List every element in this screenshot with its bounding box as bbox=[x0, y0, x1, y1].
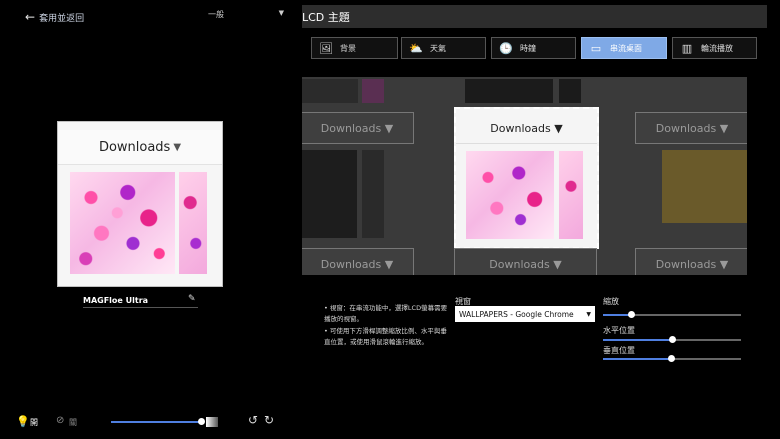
carousel-thumb[interactable] bbox=[662, 150, 747, 223]
tab-clock[interactable]: 🕒 時鐘 bbox=[491, 37, 576, 59]
zoom-slider-handle[interactable] bbox=[628, 311, 635, 318]
tab-label: 時鐘 bbox=[520, 43, 536, 53]
apply-and-back-button[interactable]: ← 套用並返回 bbox=[25, 11, 84, 24]
lcd-preview: Downloads ▼ bbox=[57, 121, 223, 287]
brightness-slider[interactable] bbox=[111, 421, 203, 423]
vertical-position-label: 垂直位置 bbox=[603, 346, 635, 355]
chevron-down-icon: ▼ bbox=[278, 9, 284, 17]
preview-image-secondary bbox=[179, 172, 207, 274]
horizontal-position-label: 水平位置 bbox=[603, 326, 635, 335]
mode-value: 一般 bbox=[208, 10, 224, 19]
carousel-item-title[interactable]: Downloads ▼ bbox=[302, 112, 414, 144]
tab-weather[interactable]: ⛅ 天氣 bbox=[401, 37, 486, 59]
light-off-label[interactable]: 關 bbox=[69, 417, 77, 428]
mode-dropdown[interactable]: 一般 ▼ bbox=[208, 9, 284, 20]
lcd-theme-header bbox=[302, 5, 767, 28]
vertical-slider-fill bbox=[603, 358, 671, 360]
carousel-thumb[interactable] bbox=[362, 79, 384, 103]
device-name: MAGFloe Ultra bbox=[83, 296, 149, 305]
tab-background[interactable]: 🖼 背景 bbox=[311, 37, 398, 59]
selected-window-preview-secondary bbox=[559, 151, 583, 239]
zoom-label: 縮放 bbox=[603, 297, 619, 306]
rotate-left-icon[interactable]: ↺ bbox=[248, 413, 258, 427]
brightness-gradient-icon bbox=[206, 417, 218, 427]
carousel-item-title[interactable]: Downloads ▼ bbox=[635, 112, 747, 144]
carousel-thumb[interactable] bbox=[302, 79, 358, 103]
vertical-position-slider[interactable] bbox=[603, 355, 741, 362]
help-note: • 可使用下方滑桿調整縮放比例、水平與垂直位置，或使用滑鼠滾輪進行縮放。 bbox=[324, 327, 447, 346]
carousel-thumb[interactable] bbox=[559, 79, 581, 103]
window-dropdown-value: WALLPAPERS - Google Chrome bbox=[459, 309, 574, 319]
screen-stream-icon: ▭ bbox=[590, 41, 602, 55]
preview-header: Downloads ▼ bbox=[58, 130, 222, 165]
preview-image bbox=[70, 172, 175, 274]
tab-label: 天氣 bbox=[430, 43, 446, 53]
pencil-icon[interactable]: ✎ bbox=[188, 294, 196, 304]
help-notes: • 視窗：在串流功能中，選擇LCD螢幕需要播放的視窗。 • 可使用下方滑桿調整縮… bbox=[324, 303, 452, 349]
horizontal-position-slider[interactable] bbox=[603, 336, 741, 343]
chevron-down-icon: ▼ bbox=[586, 310, 591, 318]
zoom-slider[interactable] bbox=[603, 311, 741, 318]
zoom-slider-fill bbox=[603, 314, 631, 316]
selected-window-title: Downloads ▼ bbox=[456, 113, 597, 144]
lightbulb-off-icon[interactable]: ⊘ bbox=[56, 415, 64, 426]
carousel-item-title[interactable]: Downloads ▼ bbox=[635, 248, 747, 275]
page-title: LCD 主題 bbox=[302, 11, 350, 24]
lightbulb-icon[interactable]: 💡 bbox=[16, 415, 30, 428]
clock-icon: 🕒 bbox=[499, 41, 513, 55]
apply-and-back-label: 套用並返回 bbox=[39, 14, 85, 24]
slideshow-icon: ▥ bbox=[681, 41, 693, 55]
carousel-thumb[interactable] bbox=[465, 79, 553, 103]
selected-window-card[interactable]: Downloads ▼ bbox=[454, 107, 599, 249]
window-carousel[interactable]: Downloads ▼ Downloads ▼ Downloads ▼ Down… bbox=[302, 77, 747, 275]
tab-label: 串流桌面 bbox=[610, 43, 642, 53]
device-name-underline bbox=[83, 307, 198, 308]
carousel-item-title[interactable]: Downloads ▼ bbox=[302, 248, 414, 275]
tab-slideshow[interactable]: ▥ 輪流播放 bbox=[672, 37, 757, 59]
tab-stream-desktop[interactable]: ▭ 串流桌面 bbox=[581, 37, 667, 59]
horizontal-slider-handle[interactable] bbox=[669, 336, 676, 343]
brightness-slider-handle[interactable] bbox=[198, 418, 205, 425]
carousel-item-title[interactable]: Downloads ▼ bbox=[454, 248, 597, 275]
carousel-thumb[interactable] bbox=[362, 150, 384, 238]
preview-title: Downloads bbox=[98, 139, 171, 155]
carousel-thumb[interactable] bbox=[302, 150, 357, 238]
light-on-label[interactable]: 開 bbox=[30, 417, 38, 428]
arrow-left-icon: ← bbox=[25, 10, 36, 24]
rotate-right-icon[interactable]: ↻ bbox=[264, 413, 274, 427]
help-note: • 視窗：在串流功能中，選擇LCD螢幕需要播放的視窗。 bbox=[324, 304, 448, 323]
selected-window-preview bbox=[466, 151, 554, 239]
tab-label: 背景 bbox=[340, 43, 356, 53]
image-icon: 🖼 bbox=[319, 41, 333, 55]
vertical-slider-handle[interactable] bbox=[668, 355, 675, 362]
caret-down-icon: ▼ bbox=[173, 141, 182, 153]
weather-icon: ⛅ bbox=[409, 41, 423, 55]
window-dropdown[interactable]: WALLPAPERS - Google Chrome ▼ bbox=[455, 306, 595, 322]
tab-label: 輪流播放 bbox=[701, 43, 733, 53]
horizontal-slider-fill bbox=[603, 339, 672, 341]
